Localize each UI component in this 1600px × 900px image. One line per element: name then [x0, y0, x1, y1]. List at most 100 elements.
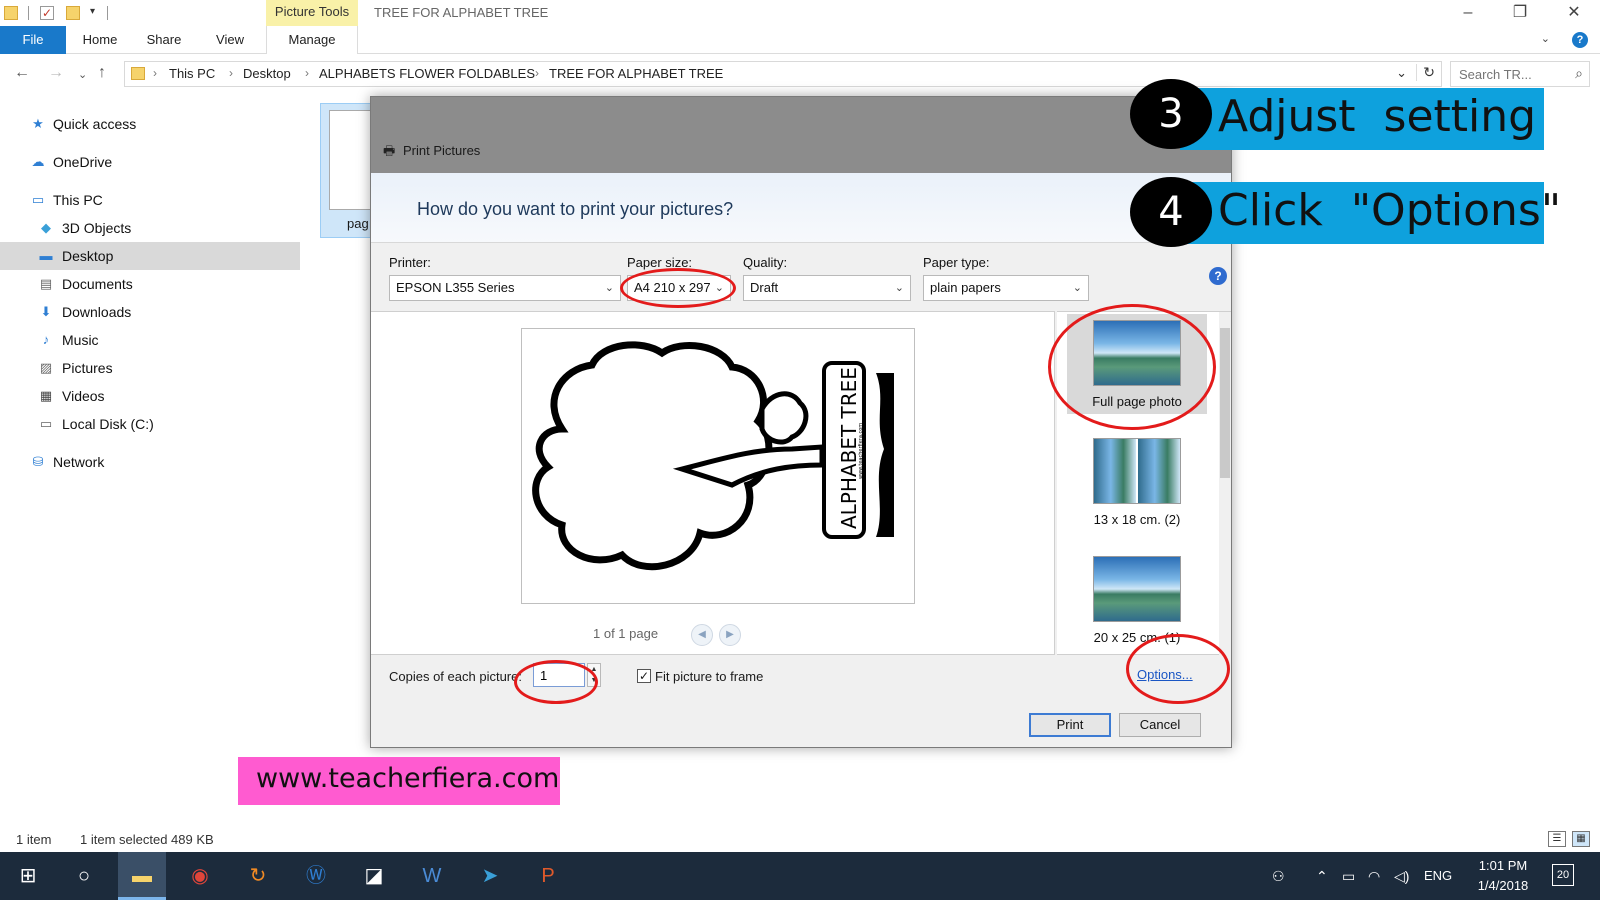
divider — [107, 6, 108, 20]
printer-select[interactable]: EPSON L355 Series ⌄ — [389, 275, 621, 301]
sidebar-item-music[interactable]: ♪ Music — [0, 326, 300, 354]
tab-share[interactable]: Share — [142, 26, 186, 54]
quality-label: Quality: — [743, 255, 788, 270]
chevron-down-icon[interactable]: ⌄ — [1396, 65, 1407, 81]
search-input[interactable] — [1459, 62, 1559, 86]
system-clock[interactable]: 1:01 PM 1/4/2018 — [1468, 856, 1538, 896]
breadcrumb-tree-for-alphabet-tree[interactable]: TREE FOR ALPHABET TREE — [549, 66, 723, 81]
paper-type-value: plain papers — [930, 280, 1001, 295]
ribbon: File Home Share View Manage ⌄ ? — [0, 26, 1600, 54]
back-icon[interactable]: ← — [14, 64, 30, 82]
volume-icon[interactable]: ◁) — [1394, 852, 1409, 900]
quality-select[interactable]: Draft ⌄ — [743, 275, 911, 301]
sidebar-item-documents[interactable]: ▤ Documents — [0, 270, 300, 298]
sidebar-item-label: Network — [53, 454, 105, 470]
forward-icon[interactable]: → — [48, 64, 64, 82]
help-icon[interactable]: ? — [1209, 267, 1227, 285]
sidebar-item-pictures[interactable]: ▨ Pictures — [0, 354, 300, 382]
large-icons-view-icon[interactable]: ▦ — [1572, 831, 1590, 847]
step-4-banner: Click "Options" — [1180, 182, 1561, 244]
notification-center-icon[interactable]: 20 — [1552, 864, 1574, 886]
chevron-down-icon: ⌄ — [894, 282, 904, 294]
w-app-icon[interactable]: Ⓦ — [292, 852, 340, 900]
layout-13x18[interactable]: 13 x 18 cm. (2) — [1067, 432, 1207, 532]
printer-icon: 🖶 — [383, 143, 396, 158]
options-highlight — [1126, 634, 1230, 704]
file-explorer-icon[interactable]: ▬ — [118, 852, 166, 900]
fit-picture-label: Fit picture to frame — [655, 669, 764, 684]
folder-icon[interactable] — [4, 6, 18, 20]
layout-scrollbar[interactable] — [1219, 312, 1231, 656]
sidebar-item-downloads[interactable]: ⬇ Downloads — [0, 298, 300, 326]
recent-locations-icon[interactable]: ⌄ — [78, 68, 87, 81]
sticky-notes-icon[interactable]: ◪ — [350, 852, 398, 900]
chevron-down-icon[interactable]: ⌄ — [1541, 32, 1550, 45]
sidebar-item-label: Local Disk (C:) — [62, 416, 154, 432]
layout-label: 13 x 18 cm. (2) — [1093, 512, 1181, 527]
search-box[interactable]: ⌕ — [1450, 61, 1590, 87]
fit-picture-checkbox[interactable]: ✓ — [637, 669, 651, 683]
language-indicator[interactable]: ENG — [1424, 852, 1452, 900]
chevron-right-icon[interactable]: › — [305, 66, 309, 80]
sidebar-item-network[interactable]: ⛁ Network — [0, 448, 300, 476]
chevron-right-icon[interactable]: › — [153, 66, 157, 80]
paper-type-select[interactable]: plain papers ⌄ — [923, 275, 1089, 301]
cube-icon: ◆ — [41, 220, 51, 235]
breadcrumb-alphabets-flower-foldables[interactable]: ALPHABETS FLOWER FOLDABLES — [319, 66, 535, 81]
breadcrumb-desktop[interactable]: Desktop — [243, 66, 291, 81]
scrollbar-thumb[interactable] — [1220, 328, 1230, 478]
next-page-icon[interactable]: ▶ — [719, 624, 741, 646]
up-icon[interactable]: ↑ — [98, 64, 106, 82]
chevron-right-icon[interactable]: › — [229, 66, 233, 80]
close-icon[interactable]: ✕ — [1554, 2, 1594, 24]
chevron-down-icon: ⌄ — [604, 282, 614, 294]
breadcrumb-this-pc[interactable]: This PC — [169, 66, 215, 81]
powerpoint-icon[interactable]: P — [524, 852, 572, 900]
sidebar-item-local-disk[interactable]: ▭ Local Disk (C:) — [0, 410, 300, 438]
sidebar-item-desktop[interactable]: ▬ Desktop — [0, 242, 300, 270]
previous-page-icon[interactable]: ◀ — [691, 624, 713, 646]
address-bar[interactable]: › This PC › Desktop › ALPHABETS FLOWER F… — [124, 61, 1442, 87]
refresh-icon[interactable]: ↻ — [1416, 64, 1435, 81]
preview-url: www.teacherfiera.com — [858, 423, 864, 479]
word-icon[interactable]: W — [408, 852, 456, 900]
print-preview-area: ALPHABET TREE www.teacherfiera.com 1 of … — [371, 311, 1055, 655]
details-view-icon[interactable]: ☰ — [1548, 831, 1566, 847]
sidebar-item-3d-objects[interactable]: ◆ 3D Objects — [0, 214, 300, 242]
telegram-icon[interactable]: ➤ — [466, 852, 514, 900]
properties-icon[interactable]: ✓ — [40, 6, 54, 20]
tree-illustration: ALPHABET TREE www.teacherfiera.com — [532, 341, 894, 571]
cancel-button[interactable]: Cancel — [1119, 713, 1201, 737]
computer-icon: ▭ — [31, 192, 45, 207]
dialog-title: Print Pictures — [403, 143, 481, 158]
minimize-icon[interactable]: – — [1448, 2, 1488, 24]
battery-icon[interactable]: ▭ — [1342, 852, 1355, 900]
customize-quick-access-icon[interactable]: ▾ — [90, 6, 95, 17]
sidebar-item-onedrive[interactable]: ☁ OneDrive — [0, 148, 300, 176]
print-button[interactable]: Print — [1029, 713, 1111, 737]
tab-manage[interactable]: Manage — [266, 26, 358, 54]
file-name: pag — [347, 216, 369, 231]
tab-home[interactable]: Home — [78, 26, 122, 54]
sidebar-item-quick-access[interactable]: ★ Quick access — [0, 110, 300, 138]
sidebar-item-label: Videos — [62, 388, 105, 404]
help-icon[interactable]: ? — [1572, 32, 1588, 48]
tab-file[interactable]: File — [0, 26, 66, 54]
sidebar-item-this-pc[interactable]: ▭ This PC — [0, 186, 300, 214]
chevron-up-icon[interactable]: ⌃ — [1316, 852, 1328, 900]
people-icon[interactable]: ⚇ — [1272, 852, 1285, 900]
sidebar-item-label: Desktop — [62, 248, 114, 264]
search-circle-icon[interactable]: ○ — [60, 852, 108, 900]
start-icon[interactable]: ⊞ — [4, 852, 52, 900]
chevron-right-icon[interactable]: › — [535, 66, 539, 80]
chevron-down-icon: ⌄ — [1072, 282, 1082, 294]
chrome-icon[interactable]: ◉ — [176, 852, 224, 900]
tab-view[interactable]: View — [210, 26, 250, 54]
sync-icon[interactable]: ↻ — [234, 852, 282, 900]
wifi-icon[interactable]: ◠ — [1368, 852, 1380, 900]
watermark: www.teacherfiera.com — [238, 757, 560, 805]
restore-icon[interactable]: ❐ — [1500, 2, 1540, 24]
new-folder-icon[interactable] — [66, 6, 80, 20]
sidebar-item-videos[interactable]: ▦ Videos — [0, 382, 300, 410]
printer-label: Printer: — [389, 255, 431, 270]
